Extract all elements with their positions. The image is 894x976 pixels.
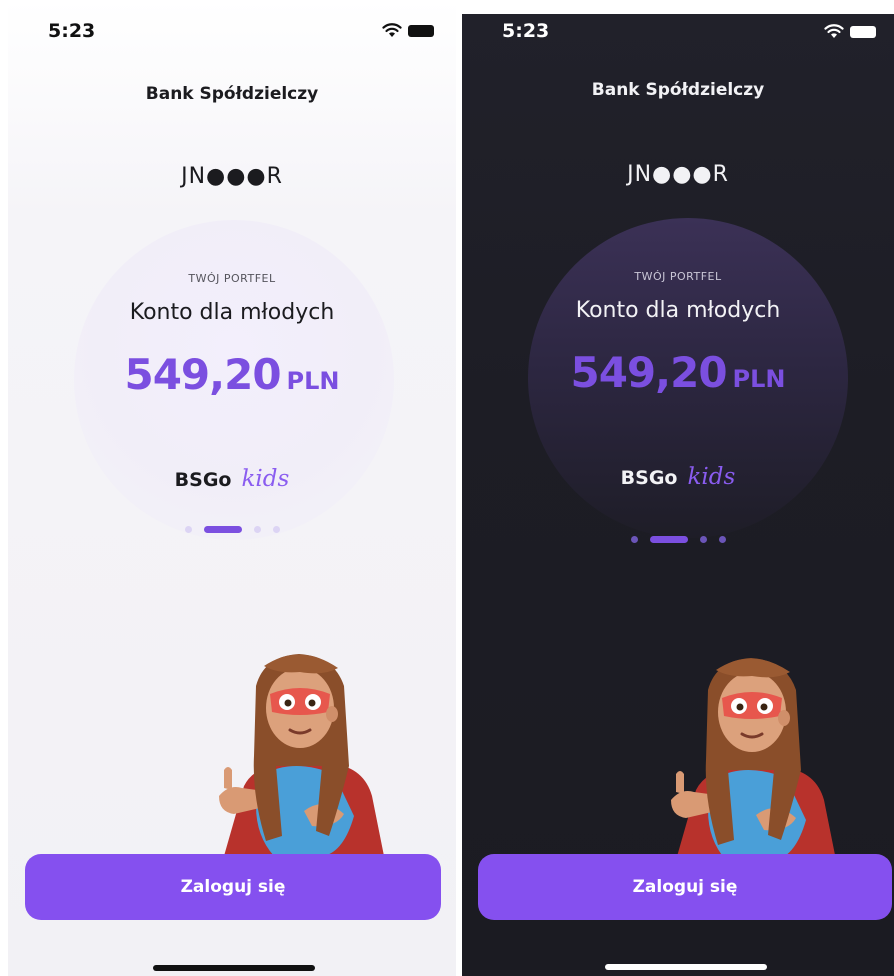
balance-currency: PLN	[732, 365, 786, 393]
carousel-page-indicator[interactable]	[8, 526, 456, 533]
brand-logo-main: BSGo	[174, 469, 232, 491]
wifi-icon	[824, 24, 844, 38]
balance-amount: 549,20	[570, 348, 727, 397]
wifi-icon	[382, 23, 402, 37]
wallet-label: TWÓJ PORTFEL	[634, 270, 722, 283]
superhero-kid-illustration	[219, 654, 384, 856]
screenshot-stage: 5:23 Bank Spółdzielczy JN●●●R TWÓJ PORTF…	[0, 0, 894, 976]
login-button[interactable]: Zaloguj się	[478, 854, 892, 920]
account-name: Konto dla młodych	[129, 300, 335, 325]
page-dot[interactable]	[630, 536, 638, 543]
account-balance: 549,20 PLN	[462, 348, 894, 397]
phone-dark-mode: 5:23 Bank Spółdzielczy JN●●●R TWÓJ PORTF…	[462, 14, 894, 976]
balance-amount: 549,20	[124, 350, 281, 399]
brand-logo-kids: kids	[241, 466, 290, 492]
page-dot-active[interactable]	[649, 536, 688, 543]
login-button[interactable]: Zaloguj się	[25, 854, 441, 920]
battery-icon	[408, 24, 434, 37]
user-initials: JN●●●R	[181, 164, 283, 189]
battery-icon	[850, 25, 876, 38]
phone-light-mode: 5:23 Bank Spółdzielczy JN●●●R TWÓJ PORTF…	[8, 0, 456, 976]
superhero-kid-illustration	[671, 658, 836, 860]
brand-logo-kids: kids	[687, 464, 736, 490]
brand-logo-main: BSGo	[620, 467, 678, 489]
page-dot[interactable]	[184, 526, 192, 533]
page-dot[interactable]	[699, 536, 707, 543]
page-dot[interactable]	[718, 536, 726, 543]
account-name: Konto dla młodych	[575, 298, 781, 323]
bank-name: Bank Spółdzielczy	[145, 84, 319, 104]
account-balance: 549,20 PLN	[8, 350, 456, 399]
status-time: 5:23	[48, 20, 96, 42]
brand-logo: BSGo kids	[8, 466, 456, 492]
wallet-label: TWÓJ PORTFEL	[188, 272, 276, 285]
home-indicator	[605, 964, 767, 970]
page-dot[interactable]	[253, 526, 261, 533]
carousel-page-indicator[interactable]	[462, 536, 894, 543]
page-dot-active[interactable]	[203, 526, 242, 533]
page-dot[interactable]	[272, 526, 280, 533]
status-time: 5:23	[502, 20, 550, 42]
status-icons	[824, 24, 876, 39]
user-initials: JN●●●R	[627, 162, 729, 187]
status-icons	[382, 23, 434, 38]
home-indicator	[153, 965, 315, 971]
bank-name: Bank Spółdzielczy	[591, 80, 765, 100]
brand-logo: BSGo kids	[462, 464, 894, 490]
balance-currency: PLN	[286, 367, 340, 395]
